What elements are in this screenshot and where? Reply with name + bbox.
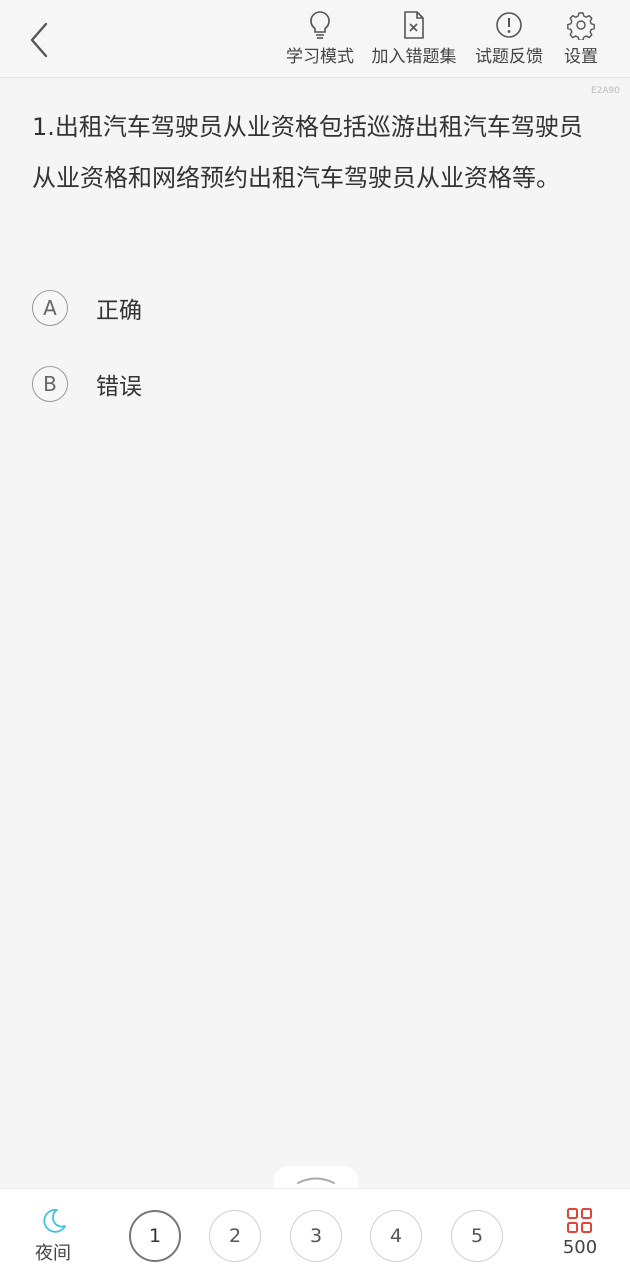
total-count: 500: [562, 1237, 598, 1258]
settings-button[interactable]: 设置: [560, 10, 602, 70]
feedback-label: 试题反馈: [475, 47, 543, 67]
option-letter: B: [32, 366, 68, 402]
question-number-button[interactable]: 3: [290, 1210, 342, 1262]
bottom-bar: 夜间 1 2 3 4 5 500: [0, 1188, 630, 1280]
exclamation-circle-icon: [496, 12, 522, 38]
back-button[interactable]: [22, 18, 62, 62]
night-mode-button[interactable]: 夜间: [30, 1207, 76, 1265]
question-number-button[interactable]: 4: [370, 1210, 422, 1262]
question-number-button[interactable]: 5: [451, 1210, 503, 1262]
question-text: 1.出租汽车驾驶员从业资格包括巡游出租汽车驾驶员从业资格和网络预约出租汽车驾驶员…: [32, 113, 583, 192]
add-wrong-set-button[interactable]: 加入错题集: [369, 10, 459, 70]
option-text: 正确: [96, 298, 142, 324]
question-number-button[interactable]: 2: [209, 1210, 261, 1262]
moon-icon: [43, 1209, 66, 1233]
gear-icon: [567, 12, 595, 40]
option-a[interactable]: A 正确: [32, 288, 432, 328]
document-x-icon: [404, 11, 424, 39]
question-number-button[interactable]: 1: [129, 1210, 181, 1262]
option-text: 错误: [96, 374, 142, 400]
top-toolbar: 学习模式 加入错题集 试题反馈 设置: [0, 0, 630, 78]
question-code: E2A90: [590, 86, 620, 96]
chevron-up-icon: [297, 1177, 335, 1184]
lightbulb-icon: [310, 11, 330, 39]
night-mode-label: 夜间: [35, 1243, 71, 1264]
grid-icon: [567, 1208, 592, 1233]
feedback-button[interactable]: 试题反馈: [472, 10, 546, 70]
study-mode-label: 学习模式: [286, 47, 354, 67]
option-letter: A: [32, 290, 68, 326]
study-mode-button[interactable]: 学习模式: [284, 10, 356, 70]
option-b[interactable]: B 错误: [32, 364, 432, 404]
chevron-left-icon: [30, 22, 48, 58]
settings-label: 设置: [564, 47, 598, 67]
question-grid-button[interactable]: 500: [558, 1207, 602, 1258]
add-wrong-set-label: 加入错题集: [371, 47, 457, 67]
page: 学习模式 加入错题集 试题反馈 设置 E2A90 1.出租汽车驾驶员从业资格包括…: [0, 0, 630, 1280]
